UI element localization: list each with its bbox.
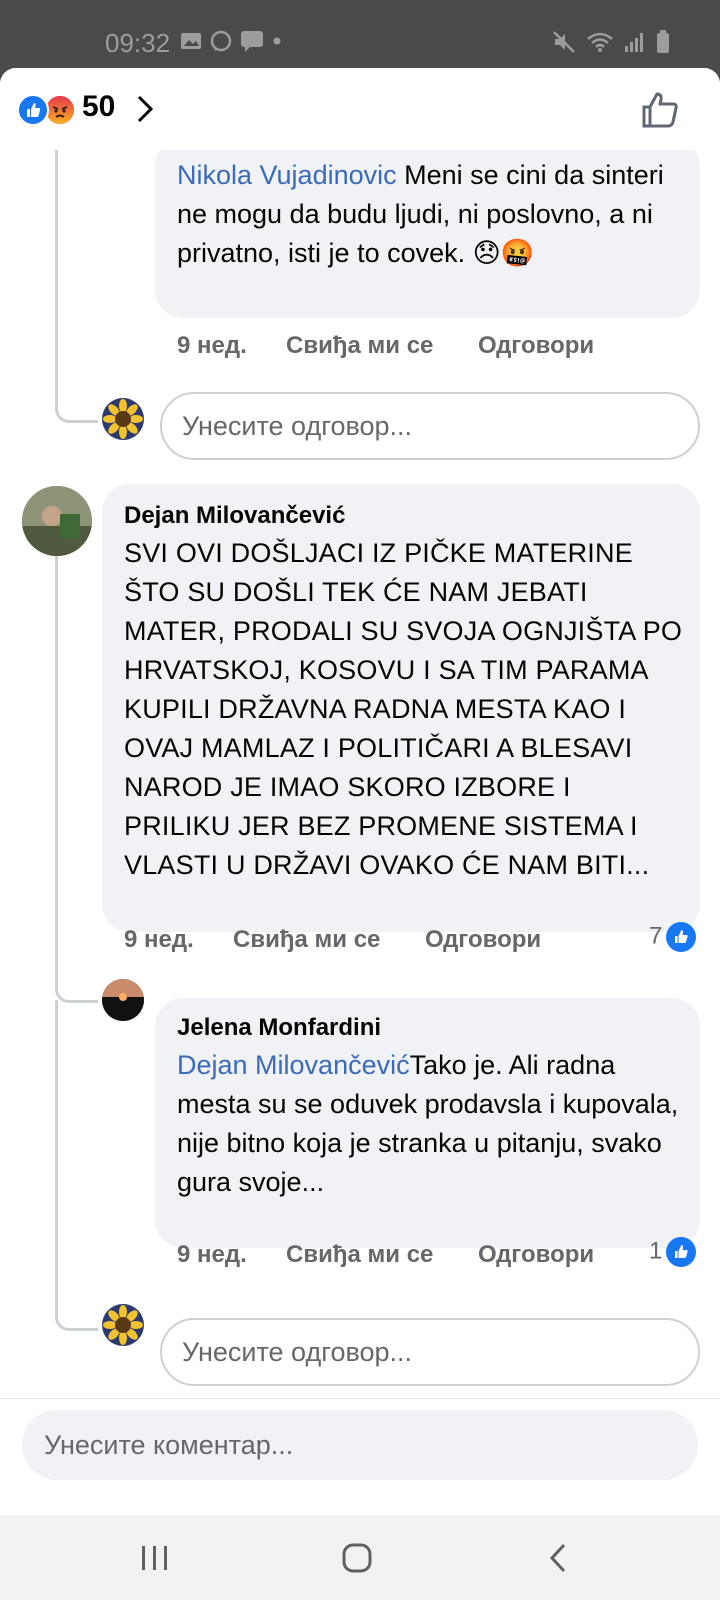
mention-link[interactable]: Dejan Milovančević <box>177 1050 410 1080</box>
thread-connector <box>55 1000 98 1331</box>
like-count-value: 7 <box>649 922 663 950</box>
thread-connector <box>55 150 98 423</box>
status-time: 09:32 <box>105 28 171 58</box>
comment-author[interactable]: Dejan Milovančević <box>124 502 345 530</box>
reply-input[interactable]: Унесите одговор... <box>160 392 700 460</box>
avatar <box>102 1304 144 1346</box>
comment-text: Nikola Vujadinovic Meni se cini da sinte… <box>177 156 687 273</box>
like-badge-icon <box>666 1237 697 1267</box>
reply-button[interactable]: Одговори <box>478 1241 594 1269</box>
comment-input[interactable]: Унесите коментар... <box>22 1410 698 1480</box>
like-button[interactable]: Свиђа ми се <box>233 926 380 954</box>
profile-photo-icon <box>22 486 92 556</box>
like-count-value: 1 <box>649 1237 663 1265</box>
comment-time[interactable]: 9 нед. <box>177 1241 247 1269</box>
mute-icon <box>553 31 575 53</box>
viber-icon <box>210 30 232 52</box>
comment-text: Dejan MilovančevićTako je. Ali radna mes… <box>177 1046 687 1202</box>
message-icon <box>241 31 263 52</box>
comment-author[interactable]: Jelena Monfardini <box>177 1014 381 1042</box>
wifi-icon <box>587 32 613 52</box>
comment-like-count[interactable]: 1 <box>649 1237 697 1267</box>
chevron-right-icon <box>137 95 154 123</box>
avatar[interactable] <box>102 979 144 1021</box>
comment-body: SVI OVI DOŠLJACI IZ PIČKE MATERINE ŠTO S… <box>124 538 683 880</box>
system-navigation-bar <box>0 1515 720 1600</box>
like-badge-icon <box>666 922 697 952</box>
sunset-photo-icon <box>102 979 144 1021</box>
comment-bubble: Jelena Monfardini Dejan MilovančevićTako… <box>155 998 700 1248</box>
home-icon[interactable] <box>342 1543 372 1573</box>
avatar <box>102 398 144 440</box>
dot-icon <box>273 37 281 45</box>
notification-icons <box>180 30 282 52</box>
like-button[interactable]: Свиђа ми се <box>286 1241 433 1269</box>
reaction-count: 50 <box>82 90 116 123</box>
back-icon[interactable] <box>548 1543 568 1573</box>
reply-button[interactable]: Одговори <box>478 332 594 360</box>
like-icon[interactable] <box>640 90 680 130</box>
comment-bubble: Nikola Vujadinovic Meni se cini da sinte… <box>155 138 700 318</box>
comments-sheet: 50 Nikola Vujadinovic Meni se cini da si… <box>0 68 720 1515</box>
battery-icon <box>657 30 669 53</box>
system-icons <box>552 30 670 54</box>
avatar[interactable] <box>22 486 92 556</box>
comment-author-link[interactable]: Nikola Vujadinovic <box>177 160 397 190</box>
signal-icon <box>625 33 643 52</box>
image-icon <box>181 33 201 49</box>
comment-composer: Унесите коментар... <box>0 1398 720 1515</box>
thread-line <box>55 548 58 988</box>
recent-apps-icon[interactable] <box>140 1545 170 1571</box>
comment-time[interactable]: 9 нед. <box>177 332 247 360</box>
comment-bubble: Dejan Milovančević SVI OVI DOŠLJACI IZ P… <box>102 484 700 932</box>
comment-time[interactable]: 9 нед. <box>124 926 194 954</box>
like-button[interactable]: Свиђа ми се <box>286 332 433 360</box>
comment-like-count[interactable]: 7 <box>649 922 697 952</box>
status-bar: 09:32 <box>0 0 720 68</box>
sunflower-icon <box>103 1305 143 1345</box>
reply-button[interactable]: Одговори <box>425 926 541 954</box>
sunflower-icon <box>103 399 143 439</box>
reactions-header: 50 <box>0 68 720 150</box>
like-reaction-icon <box>17 94 49 126</box>
reply-input[interactable]: Унесите одговор... <box>160 1318 700 1386</box>
